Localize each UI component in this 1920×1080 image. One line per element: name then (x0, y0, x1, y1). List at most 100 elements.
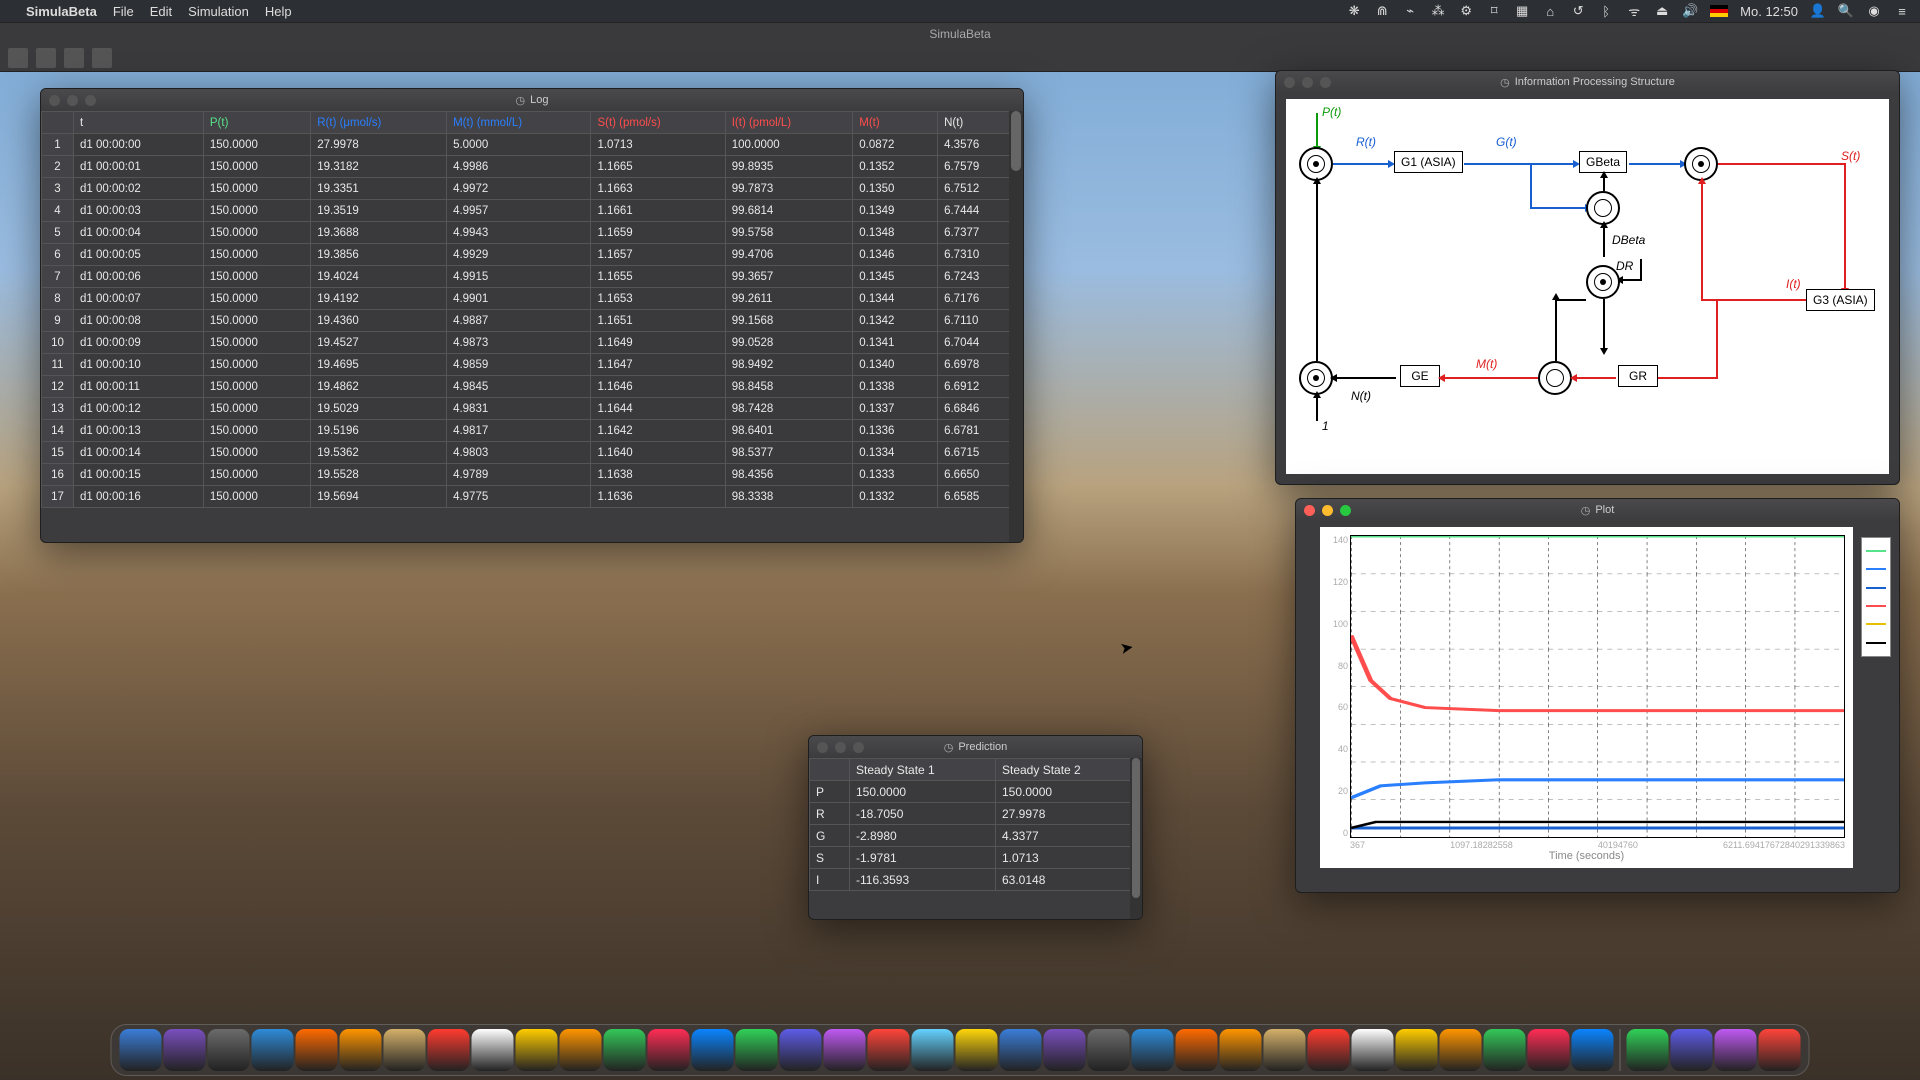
dock-app-icon[interactable] (736, 1029, 778, 1071)
status-icon[interactable]: ⌂ (1542, 3, 1558, 19)
dock-app-icon[interactable] (472, 1029, 514, 1071)
app-menu[interactable]: SimulaBeta (26, 4, 97, 19)
table-row[interactable]: 8d1 00:00:07150.000019.41924.99011.16539… (42, 288, 1023, 310)
log-col-S[interactable]: S(t) (pmol/s) (591, 112, 725, 134)
status-icon[interactable]: ▦ (1514, 3, 1530, 19)
toolbar-new-button[interactable] (8, 48, 28, 68)
dock-app-icon[interactable] (1671, 1029, 1713, 1071)
log-col-t[interactable]: t (74, 112, 204, 134)
wifi-icon[interactable]: ᯤ (1626, 3, 1642, 19)
dock-app-icon[interactable] (1000, 1029, 1042, 1071)
table-row[interactable]: 13d1 00:00:12150.000019.50294.98311.1644… (42, 398, 1023, 420)
log-scrollbar[interactable] (1009, 111, 1023, 542)
plot-titlebar[interactable]: Plot (1296, 499, 1899, 521)
table-row[interactable]: 10d1 00:00:09150.000019.45274.98731.1649… (42, 332, 1023, 354)
dock-app-icon[interactable] (956, 1029, 998, 1071)
dock[interactable] (111, 1024, 1810, 1076)
notification-center-icon[interactable]: ≡ (1894, 3, 1910, 19)
dock-app-icon[interactable] (1264, 1029, 1306, 1071)
user-icon[interactable]: 👤 (1810, 3, 1826, 19)
dock-app-icon[interactable] (868, 1029, 910, 1071)
traffic-lights[interactable] (49, 95, 96, 106)
table-row[interactable]: R-18.705027.9978 (810, 803, 1142, 825)
log-col-R[interactable]: R(t) (μmol/s) (311, 112, 447, 134)
scrollbar-thumb[interactable] (1011, 111, 1021, 171)
table-row[interactable]: 17d1 00:00:16150.000019.56944.97751.1636… (42, 486, 1023, 508)
dock-app-icon[interactable] (912, 1029, 954, 1071)
table-row[interactable]: G-2.89804.3377 (810, 825, 1142, 847)
dock-app-icon[interactable] (692, 1029, 734, 1071)
dock-app-icon[interactable] (1528, 1029, 1570, 1071)
eject-icon[interactable]: ⏏ (1654, 3, 1670, 19)
log-col-MM[interactable]: M(t) (853, 112, 938, 134)
dock-app-icon[interactable] (516, 1029, 558, 1071)
dock-app-icon[interactable] (252, 1029, 294, 1071)
table-row[interactable]: 6d1 00:00:05150.000019.38564.99291.16579… (42, 244, 1023, 266)
dock-app-icon[interactable] (1176, 1029, 1218, 1071)
status-icon[interactable]: ❋ (1346, 3, 1362, 19)
dock-app-icon[interactable] (340, 1029, 382, 1071)
dock-app-icon[interactable] (1088, 1029, 1130, 1071)
status-icon[interactable]: ⚙ (1458, 3, 1474, 19)
table-row[interactable]: 12d1 00:00:11150.000019.48624.98451.1646… (42, 376, 1023, 398)
table-row[interactable]: S-1.97811.0713 (810, 847, 1142, 869)
menu-file[interactable]: File (113, 4, 134, 19)
menu-simulation[interactable]: Simulation (188, 4, 249, 19)
sound-icon[interactable]: 🔊 (1682, 3, 1698, 19)
menubar-clock[interactable]: Mo. 12:50 (1740, 4, 1798, 19)
ips-titlebar[interactable]: Information Processing Structure (1276, 71, 1899, 93)
traffic-lights[interactable] (817, 742, 864, 753)
log-col-M[interactable]: M(t) (mmol/L) (447, 112, 591, 134)
toolbar-open-button[interactable] (36, 48, 56, 68)
dock-app-icon[interactable] (824, 1029, 866, 1071)
dock-app-icon[interactable] (1440, 1029, 1482, 1071)
dock-app-icon[interactable] (120, 1029, 162, 1071)
dock-app-icon[interactable] (164, 1029, 206, 1071)
toolbar-sim-button[interactable] (92, 48, 112, 68)
dock-app-icon[interactable] (1044, 1029, 1086, 1071)
dock-app-icon[interactable] (1132, 1029, 1174, 1071)
table-row[interactable]: 11d1 00:00:10150.000019.46954.98591.1647… (42, 354, 1023, 376)
dock-app-icon[interactable] (428, 1029, 470, 1071)
scrollbar-thumb[interactable] (1132, 758, 1140, 898)
table-row[interactable]: 9d1 00:00:08150.000019.43604.98871.16519… (42, 310, 1023, 332)
log-col-I[interactable]: I(t) (pmol/L) (725, 112, 853, 134)
table-row[interactable]: 5d1 00:00:04150.000019.36884.99431.16599… (42, 222, 1023, 244)
dock-app-icon[interactable] (1759, 1029, 1801, 1071)
status-icon[interactable]: ⋒ (1374, 3, 1390, 19)
table-row[interactable]: 4d1 00:00:03150.000019.35194.99571.16619… (42, 200, 1023, 222)
dock-app-icon[interactable] (208, 1029, 250, 1071)
dock-app-icon[interactable] (604, 1029, 646, 1071)
table-row[interactable]: P150.0000150.0000 (810, 781, 1142, 803)
table-row[interactable]: 2d1 00:00:01150.000019.31824.99861.16659… (42, 156, 1023, 178)
bluetooth-icon[interactable]: ᛒ (1598, 3, 1614, 19)
table-row[interactable]: I-116.359363.0148 (810, 869, 1142, 891)
dock-app-icon[interactable] (560, 1029, 602, 1071)
traffic-lights[interactable] (1304, 505, 1351, 516)
table-row[interactable]: 7d1 00:00:06150.000019.40244.99151.16559… (42, 266, 1023, 288)
flag-de-icon[interactable] (1710, 5, 1728, 17)
dock-app-icon[interactable] (1572, 1029, 1614, 1071)
dock-app-icon[interactable] (296, 1029, 338, 1071)
dock-app-icon[interactable] (1484, 1029, 1526, 1071)
prediction-titlebar[interactable]: Prediction (809, 736, 1142, 758)
table-row[interactable]: 15d1 00:00:14150.000019.53624.98031.1640… (42, 442, 1023, 464)
status-icon[interactable]: ⌑ (1486, 3, 1502, 19)
status-icon[interactable]: ⁂ (1430, 3, 1446, 19)
status-icon[interactable]: ⌁ (1402, 3, 1418, 19)
dock-app-icon[interactable] (780, 1029, 822, 1071)
dock-app-icon[interactable] (384, 1029, 426, 1071)
table-row[interactable]: 16d1 00:00:15150.000019.55284.97891.1638… (42, 464, 1023, 486)
menu-edit[interactable]: Edit (150, 4, 172, 19)
dock-app-icon[interactable] (1220, 1029, 1262, 1071)
log-col-P[interactable]: P(t) (203, 112, 310, 134)
dock-app-icon[interactable] (1396, 1029, 1438, 1071)
menu-help[interactable]: Help (265, 4, 292, 19)
dock-app-icon[interactable] (1715, 1029, 1757, 1071)
dock-app-icon[interactable] (648, 1029, 690, 1071)
toolbar-save-button[interactable] (64, 48, 84, 68)
table-row[interactable]: 14d1 00:00:13150.000019.51964.98171.1642… (42, 420, 1023, 442)
spotlight-icon[interactable]: 🔍 (1838, 3, 1854, 19)
dock-app-icon[interactable] (1627, 1029, 1669, 1071)
traffic-lights[interactable] (1284, 77, 1331, 88)
